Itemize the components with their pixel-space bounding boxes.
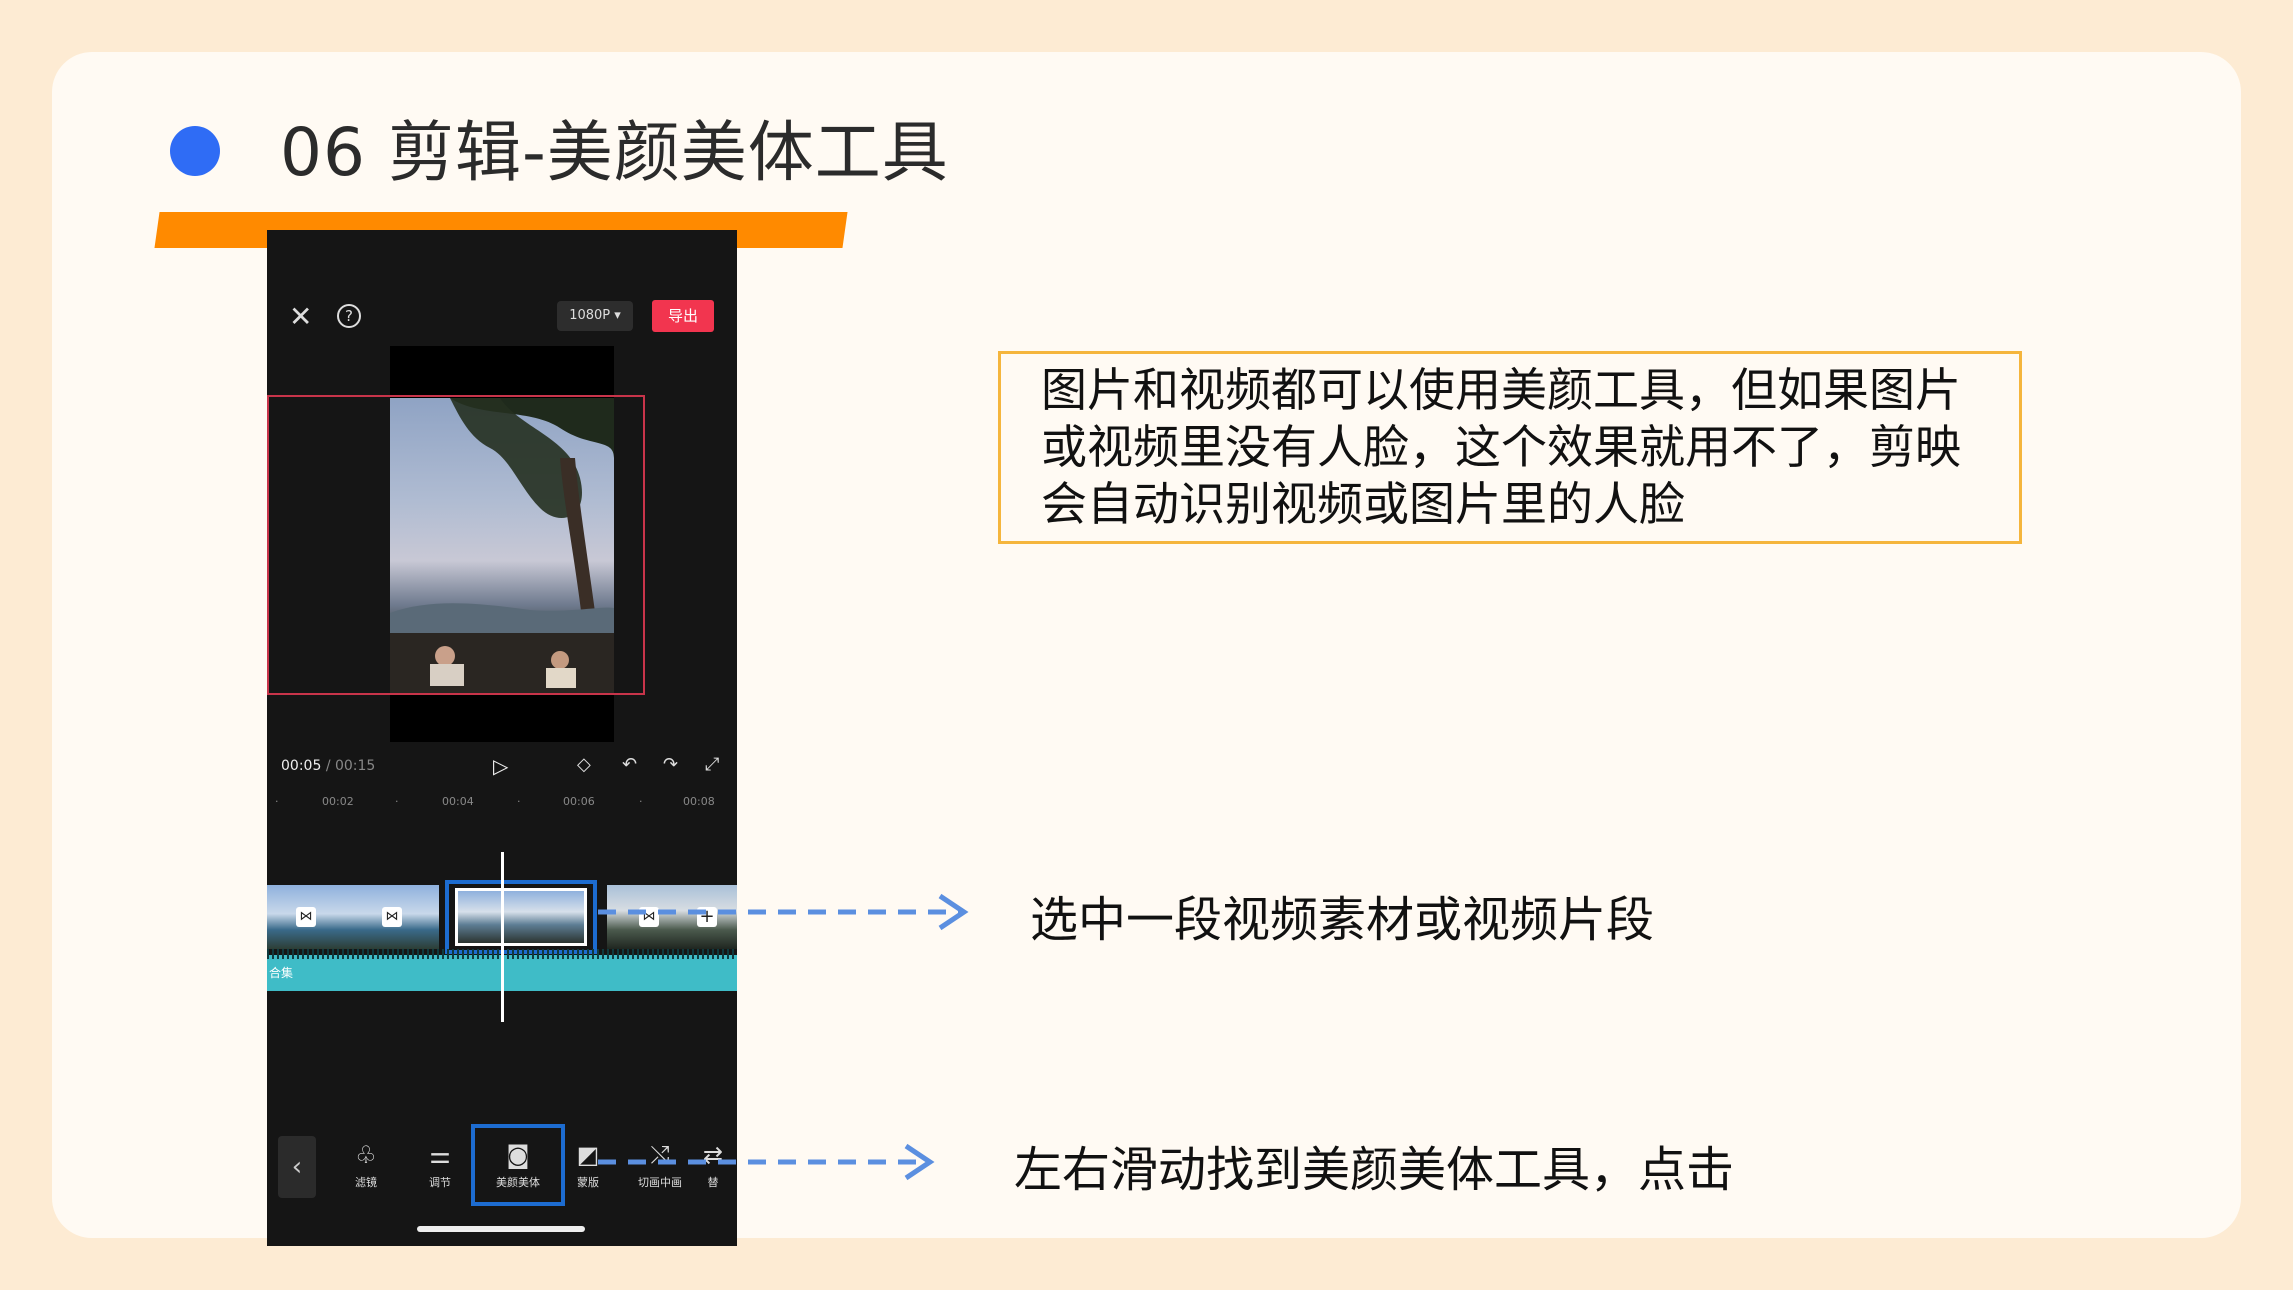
callout-arrows	[598, 893, 969, 1181]
step1-label: 选中一段视频素材或视频片段	[1030, 892, 1655, 948]
step2-label: 左右滑动找到美颜美体工具，点击	[1014, 1142, 1735, 1198]
